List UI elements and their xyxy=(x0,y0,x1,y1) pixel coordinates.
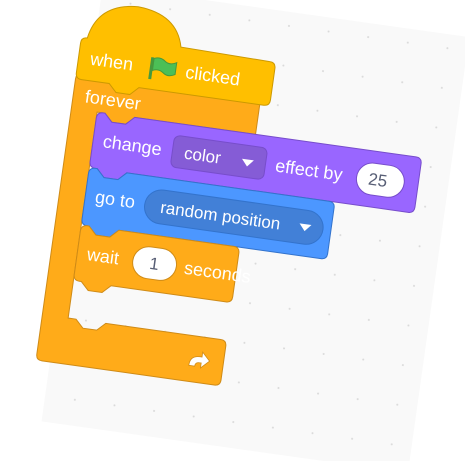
workspace-canvas: forever when clicked change color effect… xyxy=(36,0,465,461)
effect-amount-value: 25 xyxy=(367,170,388,191)
scratch-code-area: forever when clicked change color effect… xyxy=(0,0,465,461)
script-workspace[interactable]: forever when clicked change color effect… xyxy=(0,0,465,461)
